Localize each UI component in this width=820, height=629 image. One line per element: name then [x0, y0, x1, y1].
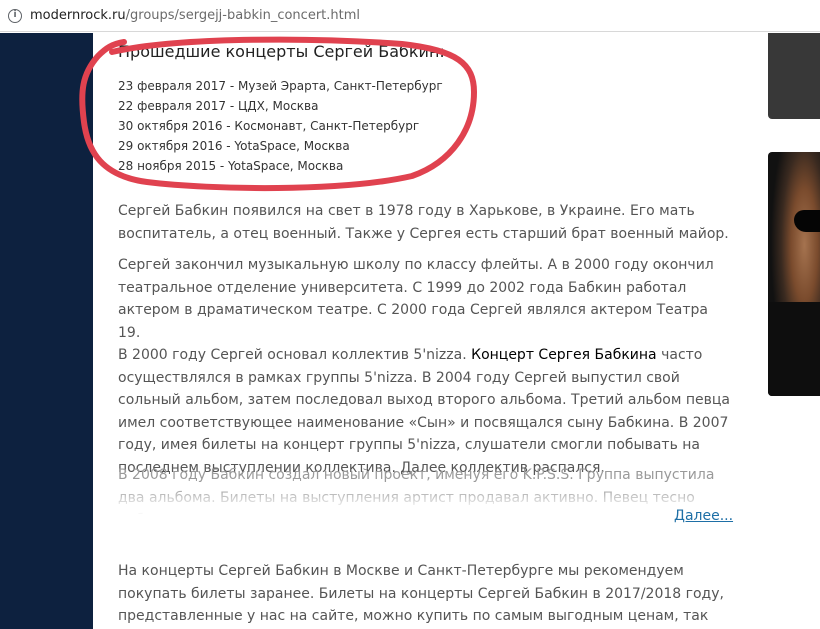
tickets-paragraph: На концерты Сергей Бабкин в Москве и Сан…	[118, 563, 724, 624]
bio-highlight-link[interactable]: Концерт Сергея Бабкина	[471, 347, 657, 363]
bio-paragraph-2-text: часто осуществлялся в рамках группы 5'ni…	[118, 347, 730, 476]
left-sidebar-band	[0, 33, 93, 629]
address-bar[interactable]: i modernrock.ru/groups/sergejj-babkin_co…	[0, 0, 820, 32]
bio-paragraph-2-text: В 2000 году Сергей основал коллектив 5'n…	[118, 347, 472, 363]
bio-paragraph-2: Сергей закончил музыкальную школу по кла…	[118, 254, 730, 479]
url-host: modernrock.ru	[30, 8, 126, 23]
bio-paragraph-2-text: Сергей закончил музыкальную школу по кла…	[118, 257, 714, 341]
photo-sunglasses	[794, 210, 820, 232]
url-path: /groups/sergejj-babkin_concert.html	[125, 8, 361, 23]
past-concert-item: 23 февраля 2017 - Музей Эрарта, Санкт-Пе…	[118, 79, 443, 93]
past-concert-item: 28 ноября 2015 - YotaSpace, Москва	[118, 159, 344, 173]
past-concerts-list: 23 февраля 2017 - Музей Эрарта, Санкт-Пе…	[118, 76, 443, 176]
past-concerts-title: Прошедшие концерты Сергей Бабкин:	[118, 42, 445, 61]
side-thumbnail-dark[interactable]	[768, 33, 820, 119]
text-fade-overlay	[118, 486, 730, 526]
side-artist-photo[interactable]	[768, 152, 820, 396]
bio-paragraph-1: Сергей Бабкин появился на свет в 1978 го…	[118, 203, 729, 242]
photo-jacket	[768, 302, 820, 396]
read-more-link[interactable]: Далее...	[674, 508, 733, 524]
url-text[interactable]: modernrock.ru/groups/sergejj-babkin_conc…	[30, 8, 360, 23]
past-concert-item: 30 октября 2016 - Космонавт, Санкт-Петер…	[118, 119, 420, 133]
past-concert-item: 29 октября 2016 - YotaSpace, Москва	[118, 139, 350, 153]
past-concert-item: 22 февраля 2017 - ЦДХ, Москва	[118, 99, 319, 113]
info-icon[interactable]: i	[8, 8, 22, 23]
